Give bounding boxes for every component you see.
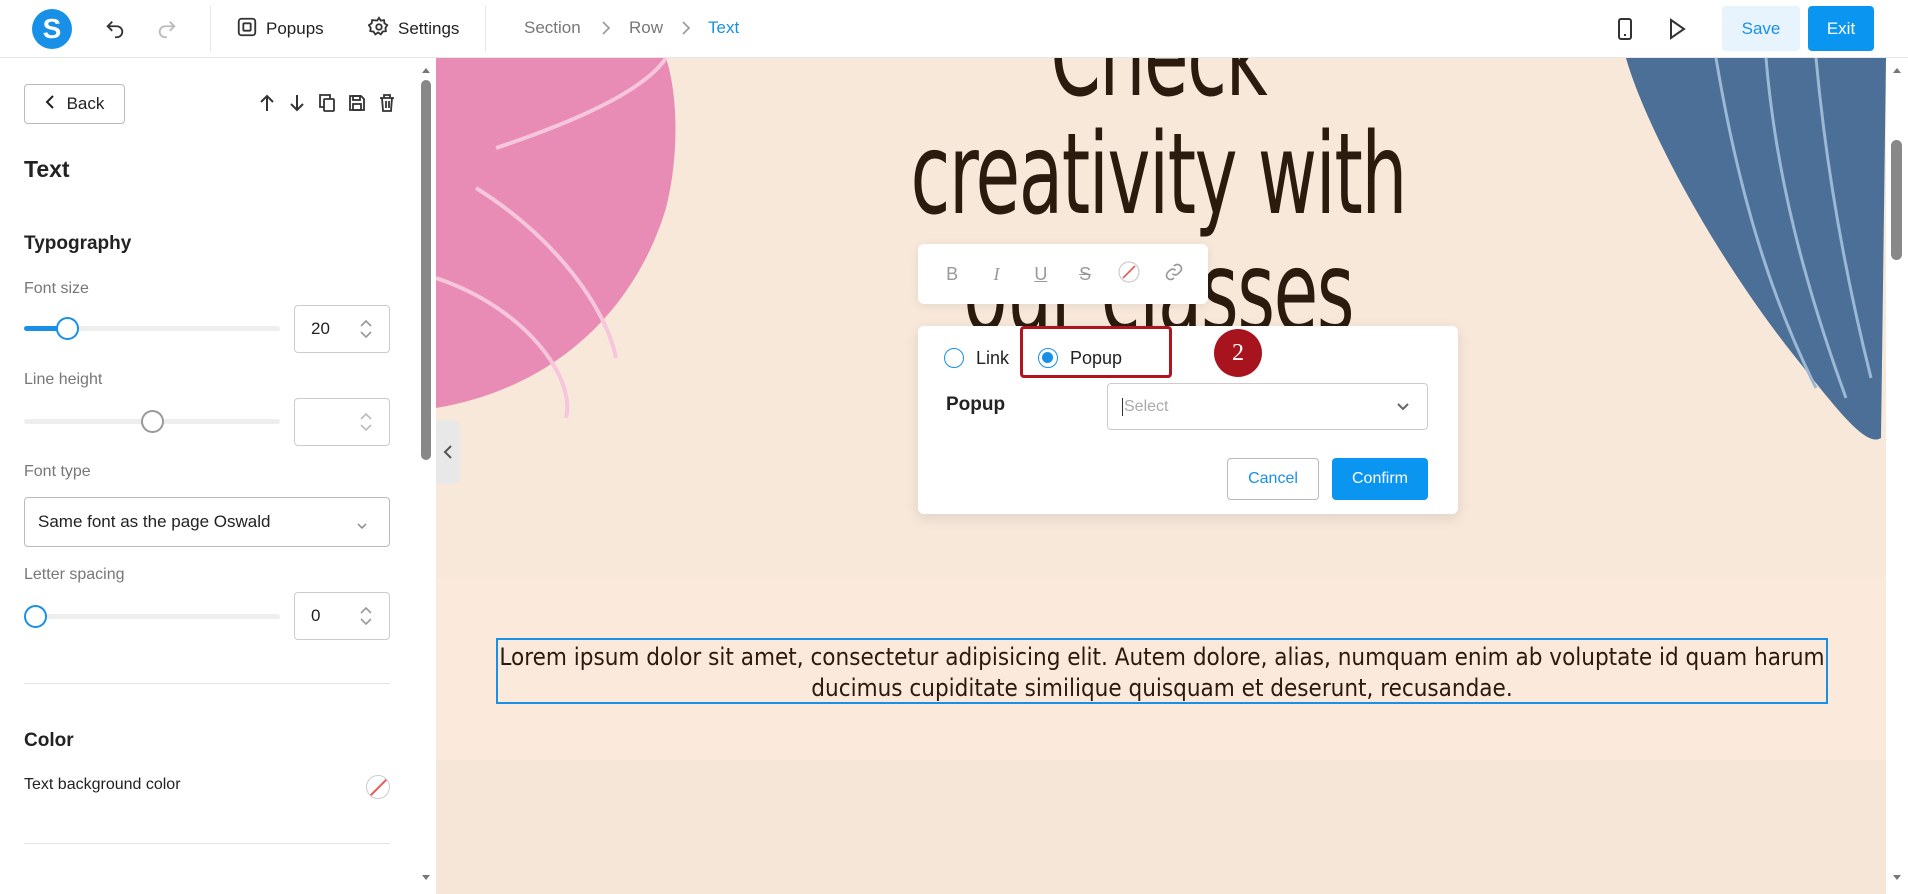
redo-icon[interactable] — [154, 16, 180, 42]
settings-button[interactable]: Settings — [367, 14, 460, 44]
duplicate-icon[interactable] — [316, 92, 338, 114]
radio-button[interactable] — [1038, 348, 1058, 368]
stepper-icon[interactable] — [359, 605, 373, 632]
paragraph-text[interactable]: Lorem ipsum dolor sit amet, consectetur … — [498, 642, 1826, 704]
hero-headline-line[interactable]: Check — [636, 58, 1680, 116]
save-block-icon[interactable] — [346, 92, 368, 114]
section-divider — [24, 683, 390, 684]
underline-icon[interactable]: U — [1029, 264, 1053, 285]
radio-button[interactable] — [944, 348, 964, 368]
back-label: Back — [66, 94, 105, 113]
font-size-input[interactable]: 20 — [294, 305, 390, 353]
popup-radio-option[interactable]: Popup — [1038, 344, 1122, 372]
settings-label: Settings — [398, 19, 460, 38]
italic-icon[interactable]: I — [984, 264, 1008, 285]
font-type-value: Same font as the page Oswald — [38, 512, 271, 531]
font-size-value: 20 — [311, 319, 330, 338]
chevron-left-icon — [443, 445, 452, 459]
stepper-icon[interactable] — [359, 318, 373, 345]
breadcrumb-chevron-icon — [680, 20, 692, 41]
line-height-slider[interactable] — [24, 410, 280, 433]
text-caret — [1122, 397, 1123, 416]
link-dialog: Link Popup Popup Select Cancel Confirm — [918, 326, 1458, 514]
popup-icon — [236, 16, 258, 43]
play-preview-icon[interactable] — [1664, 16, 1690, 42]
cancel-button[interactable]: Cancel — [1227, 458, 1319, 500]
section-divider — [24, 843, 390, 844]
font-type-label: Font type — [24, 463, 91, 480]
breadcrumb-section[interactable]: Section — [524, 18, 581, 38]
undo-icon[interactable] — [102, 16, 128, 42]
font-size-label: Font size — [24, 280, 89, 297]
no-color-swatch-icon[interactable] — [366, 775, 390, 799]
move-up-icon[interactable] — [256, 92, 278, 114]
slider-handle[interactable] — [140, 410, 164, 433]
chevron-left-icon — [45, 94, 55, 115]
top-toolbar: S Popups Settings Section Row Text Save … — [0, 0, 1908, 58]
mobile-preview-icon[interactable] — [1612, 16, 1638, 42]
scroll-down-icon[interactable] — [1892, 874, 1902, 882]
link-icon[interactable] — [1162, 262, 1186, 287]
letter-spacing-slider[interactable] — [24, 605, 280, 628]
popups-label: Popups — [266, 19, 324, 38]
toolbar-divider — [210, 6, 211, 52]
breadcrumb-chevron-icon — [600, 20, 612, 41]
text-bg-color-label: Text background color — [24, 776, 181, 793]
save-button[interactable]: Save — [1722, 6, 1800, 51]
next-section — [436, 760, 1886, 894]
link-option-label: Link — [976, 347, 1010, 368]
font-size-slider[interactable] — [24, 317, 280, 340]
element-tools — [256, 92, 398, 114]
letter-spacing-label: Letter spacing — [24, 566, 125, 583]
letter-spacing-input[interactable]: 0 — [294, 592, 390, 640]
hero-headline-line[interactable]: creativity with — [636, 116, 1680, 234]
letter-spacing-value: 0 — [311, 606, 321, 625]
color-heading: Color — [24, 730, 74, 751]
text-color-icon[interactable] — [1117, 260, 1141, 288]
line-height-label: Line height — [24, 371, 103, 388]
move-down-icon[interactable] — [286, 92, 308, 114]
toolbar-divider — [485, 6, 486, 52]
chevron-down-icon — [355, 516, 369, 536]
collapse-sidebar-tab[interactable] — [436, 420, 460, 484]
breadcrumb-text[interactable]: Text — [708, 18, 739, 38]
page-scrollbar-thumb[interactable] — [1891, 140, 1902, 260]
slider-handle[interactable] — [56, 317, 80, 340]
popup-select[interactable]: Select — [1107, 383, 1428, 430]
scroll-up-icon[interactable] — [421, 66, 431, 74]
confirm-button[interactable]: Confirm — [1332, 458, 1428, 500]
trash-icon[interactable] — [376, 92, 398, 114]
breadcrumb-row[interactable]: Row — [629, 18, 663, 38]
line-height-input[interactable] — [294, 398, 390, 446]
gear-icon — [367, 15, 390, 43]
page-scrollbar[interactable] — [1886, 58, 1908, 894]
scroll-up-icon[interactable] — [1892, 66, 1902, 74]
chevron-down-icon — [1395, 400, 1411, 418]
popup-field-label: Popup — [946, 394, 1006, 415]
font-type-select[interactable]: Same font as the page Oswald — [24, 497, 390, 547]
exit-button[interactable]: Exit — [1808, 6, 1874, 51]
strikethrough-icon[interactable]: S — [1073, 264, 1097, 285]
popup-select-placeholder: Select — [1124, 397, 1169, 415]
back-button[interactable]: Back — [24, 84, 125, 124]
app-logo[interactable]: S — [32, 9, 72, 49]
scroll-down-icon[interactable] — [421, 874, 431, 882]
panel-title: Text — [24, 156, 70, 182]
slider-handle[interactable] — [24, 605, 47, 628]
text-format-toolbar: B I U S — [918, 244, 1208, 304]
step-number-badge: 2 — [1214, 329, 1262, 377]
selected-text-element[interactable]: Lorem ipsum dolor sit amet, consectetur … — [496, 638, 1828, 704]
sidebar-scrollbar[interactable] — [418, 58, 434, 894]
stepper-icon[interactable] — [359, 411, 373, 438]
popups-button[interactable]: Popups — [236, 14, 324, 44]
properties-sidebar: Back Text Typography Font size 20 Line h… — [0, 58, 418, 894]
popup-option-label: Popup — [1070, 347, 1123, 368]
bold-icon[interactable]: B — [940, 264, 964, 285]
link-radio-option[interactable]: Link — [944, 344, 1009, 372]
typography-heading: Typography — [24, 233, 132, 254]
sidebar-scrollbar-thumb[interactable] — [421, 80, 431, 460]
